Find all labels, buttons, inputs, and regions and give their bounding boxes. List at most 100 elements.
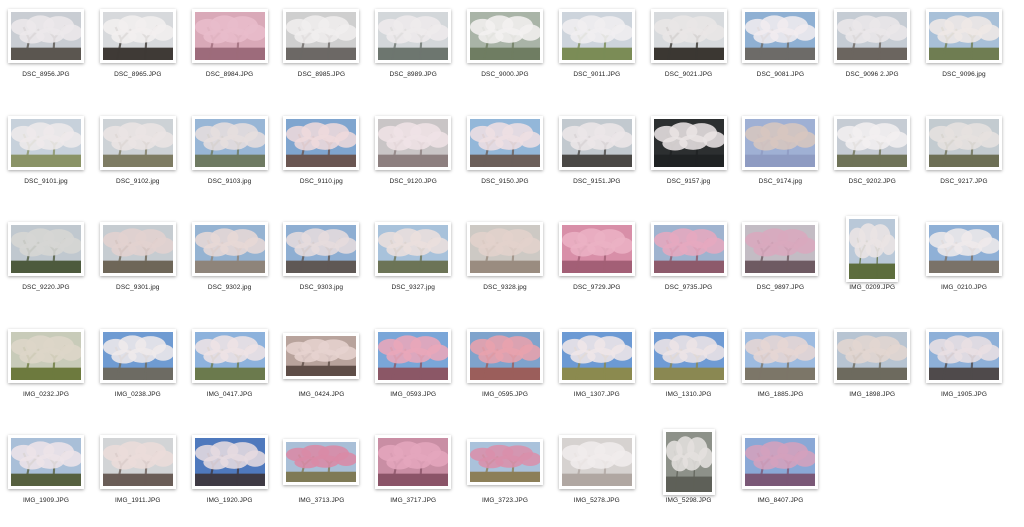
file-item[interactable]: DSC_9217.JPG	[919, 108, 1009, 208]
thumbnail-grid: DSC_8956.JPG DSC_8965.JPG DSC_8984.JPG DSC_…	[0, 0, 1024, 517]
blossom-sky-photo	[191, 435, 268, 489]
file-item[interactable]: DSC_9897.JPG	[735, 214, 825, 314]
file-item[interactable]: DSC_9102.jpg	[93, 108, 183, 208]
thumbnail-frame	[552, 214, 642, 284]
file-item[interactable]: IMG_5278.JPG	[552, 427, 642, 527]
file-item[interactable]: DSC_9021.JPG	[644, 1, 734, 101]
file-item[interactable]: DSC_9328.jpg	[460, 214, 550, 314]
file-item[interactable]: DSC_9081.JPG	[735, 1, 825, 101]
file-item[interactable]: DSC_8989.JPG	[368, 1, 458, 101]
file-item[interactable]: DSC_9151.JPG	[552, 108, 642, 208]
white-blossom-closeup-photo	[558, 435, 635, 489]
file-item[interactable]: IMG_1310.JPG	[644, 321, 734, 421]
blossom-sky-photo	[191, 222, 268, 276]
blossom-house-sky-photo	[926, 222, 1002, 276]
file-item[interactable]: DSC_9101.jpg	[1, 108, 91, 208]
blossom-arch-photo	[558, 9, 635, 63]
thumbnail-frame	[552, 1, 642, 71]
file-item[interactable]: DSC_9303.jpg	[276, 214, 366, 314]
file-item[interactable]: DSC_8984.JPG	[185, 1, 275, 101]
file-item[interactable]: DSC_9011.JPG	[552, 1, 642, 101]
blossom-tree-photo	[834, 115, 911, 170]
thumbnail-frame	[185, 321, 275, 391]
file-item[interactable]: IMG_1909.JPG	[1, 427, 91, 527]
file-item[interactable]: DSC_9110.jpg	[276, 108, 366, 208]
thumbnail-frame	[1, 427, 91, 497]
white-blossom-photo	[283, 9, 360, 63]
file-item[interactable]: DSC_9096.jpg	[919, 1, 1009, 101]
file-item[interactable]: DSC_9301.jpg	[93, 214, 183, 314]
blossom-avenue-photo	[99, 115, 176, 170]
petals-lake-photo	[742, 115, 819, 170]
file-item[interactable]: IMG_5298.JPG	[644, 427, 734, 527]
thumbnail-frame	[368, 214, 458, 284]
file-item[interactable]: DSC_9096 2.JPG	[827, 1, 917, 101]
file-item[interactable]: DSC_8956.JPG	[1, 1, 91, 101]
blossom-cluster-photo	[375, 115, 452, 170]
file-item[interactable]: DSC_9150.JPG	[460, 108, 550, 208]
pink-river-photo	[467, 439, 543, 485]
thumbnail-frame	[1, 108, 91, 178]
file-item[interactable]: DSC_9327.jpg	[368, 214, 458, 314]
file-item[interactable]: DSC_9000.JPG	[460, 1, 550, 101]
file-item[interactable]: IMG_8407.JPG	[735, 427, 825, 527]
file-item[interactable]: IMG_0424.JPG	[276, 321, 366, 421]
blossom-branches-photo	[99, 435, 176, 489]
thumbnail-frame	[185, 214, 275, 284]
file-item[interactable]: IMG_0238.JPG	[93, 321, 183, 421]
thumbnail-frame	[368, 108, 458, 178]
thumbnail-frame	[460, 1, 550, 71]
thumbnail-frame	[368, 427, 458, 497]
bare-tree-photo	[650, 9, 727, 63]
thumbnail-frame	[1, 321, 91, 391]
file-item[interactable]: DSC_9735.JPG	[644, 214, 734, 314]
file-item[interactable]: IMG_1898.JPG	[827, 321, 917, 421]
bare-tree-park-photo	[8, 222, 84, 276]
file-item[interactable]: IMG_0593.JPG	[368, 321, 458, 421]
file-item[interactable]: DSC_8965.JPG	[93, 1, 183, 101]
file-item[interactable]: IMG_1307.JPG	[552, 321, 642, 421]
thumbnail-frame	[735, 108, 825, 178]
file-item[interactable]: DSC_9302.jpg	[185, 214, 275, 314]
blossom-field-photo	[558, 328, 635, 383]
file-item[interactable]: DSC_9174.jpg	[735, 108, 825, 208]
thumbnail-frame	[735, 321, 825, 391]
blossom-street-photo	[99, 222, 176, 276]
blossom-river-photo	[375, 9, 452, 63]
thumbnail-frame	[93, 427, 183, 497]
thumbnail-frame	[93, 108, 183, 178]
file-item[interactable]: IMG_0595.JPG	[460, 321, 550, 421]
file-item[interactable]: IMG_0210.JPG	[919, 214, 1009, 314]
blossom-pond-photo	[467, 9, 543, 63]
thumbnail-frame	[919, 214, 1009, 284]
file-item[interactable]: IMG_1905.JPG	[919, 321, 1009, 421]
file-item[interactable]: IMG_3717.JPG	[368, 427, 458, 527]
thumbnail-frame	[644, 214, 734, 284]
thumbnail-frame	[919, 321, 1009, 391]
blossom-closeup-photo	[99, 9, 176, 63]
file-item[interactable]: IMG_3713.JPG	[276, 427, 366, 527]
file-item[interactable]: IMG_0417.JPG	[185, 321, 275, 421]
file-item[interactable]: DSC_8985.JPG	[276, 1, 366, 101]
thumbnail-frame	[552, 108, 642, 178]
file-item[interactable]: IMG_1885.JPG	[735, 321, 825, 421]
blossom-branch-sky-photo	[467, 115, 543, 170]
file-item[interactable]: DSC_9157.jpg	[644, 108, 734, 208]
file-item[interactable]: DSC_9729.JPG	[552, 214, 642, 314]
file-item[interactable]: IMG_1911.JPG	[93, 427, 183, 527]
thumbnail-frame	[460, 427, 550, 497]
file-item[interactable]: IMG_3723.JPG	[460, 427, 550, 527]
file-name-label: DSC_9217.JPG	[940, 177, 988, 185]
file-item[interactable]: IMG_1920.JPG	[185, 427, 275, 527]
blossom-city-photo	[926, 9, 1002, 63]
file-item[interactable]: IMG_0209.JPG	[827, 214, 917, 314]
blossom-tree-sky-photo	[99, 328, 176, 383]
blossom-path-sky-photo	[191, 328, 268, 383]
file-item[interactable]: DSC_9120.JPG	[368, 108, 458, 208]
file-item[interactable]: DSC_9103.jpg	[185, 108, 275, 208]
file-item[interactable]: DSC_9220.JPG	[1, 214, 91, 314]
file-item[interactable]: IMG_0232.JPG	[1, 321, 91, 421]
pink-blossom-photo	[375, 435, 452, 489]
file-item[interactable]: DSC_9202.JPG	[827, 108, 917, 208]
thumbnail-frame	[1, 214, 91, 284]
